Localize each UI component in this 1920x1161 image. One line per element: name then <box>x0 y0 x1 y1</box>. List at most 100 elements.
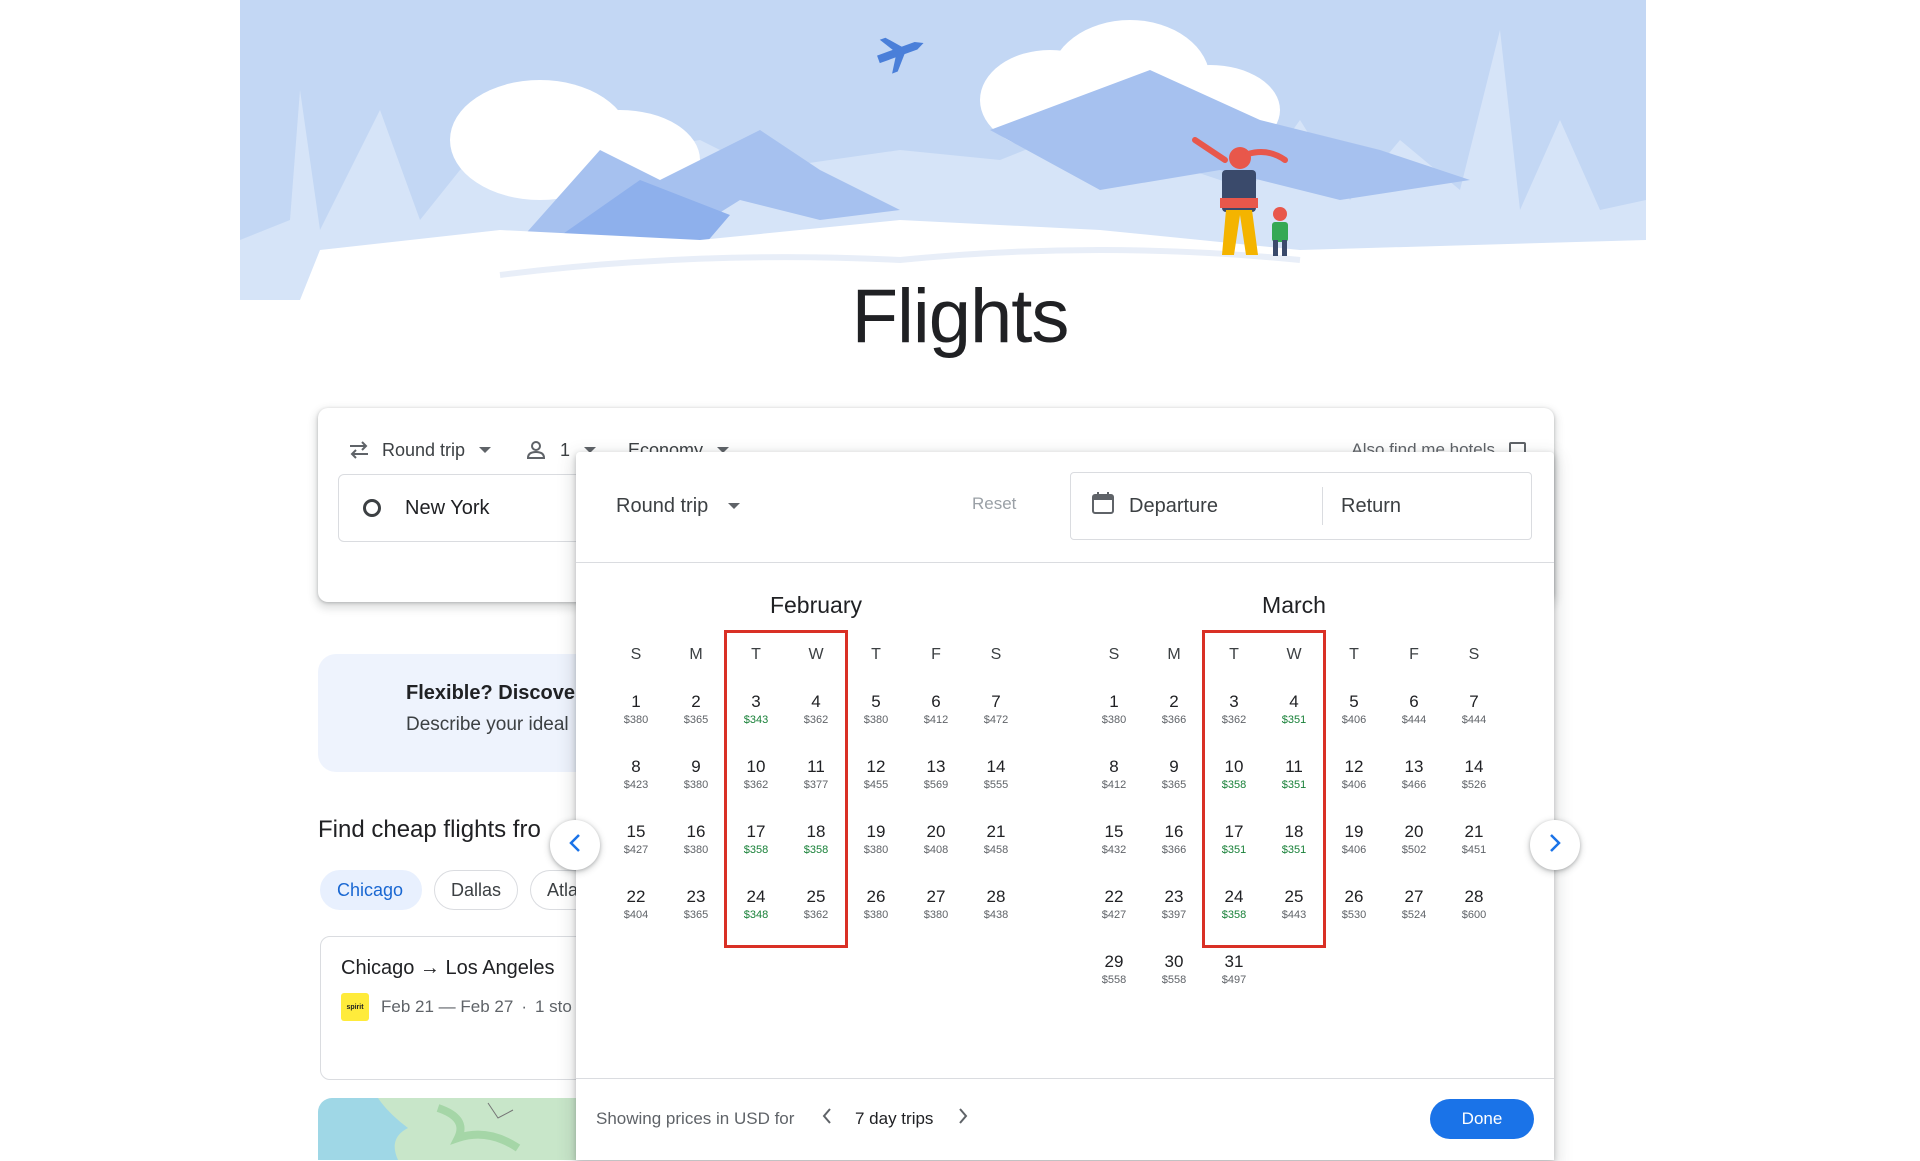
date-picker-dialog: Round trip Reset Departure Return Februa… <box>550 452 1580 1160</box>
chevron-right-icon <box>1548 833 1562 858</box>
chevron-down-icon <box>728 503 741 509</box>
calendar-day[interactable]: 2 $365 <box>666 692 726 728</box>
calendar-day[interactable]: 21 $458 <box>966 822 1026 858</box>
calendar-day[interactable]: 27 $524 <box>1384 887 1444 923</box>
calendar-day[interactable]: 13 $466 <box>1384 757 1444 793</box>
month-title: February <box>769 592 863 618</box>
route-dates: Feb 21 — Feb 27 <box>381 997 514 1016</box>
calendar-day[interactable]: 29 $558 <box>1084 952 1144 988</box>
prev-month-button[interactable] <box>550 820 600 870</box>
calendar-day[interactable]: 22 $404 <box>606 887 666 923</box>
calendar-day[interactable]: 9 $380 <box>666 757 726 793</box>
calendar-day[interactable]: 27 $380 <box>906 887 966 923</box>
origin-value: New York <box>405 496 490 519</box>
day-price: $404 <box>623 909 649 921</box>
flexible-card[interactable]: Flexible? Discover Describe your ideal <box>318 654 576 772</box>
day-price: $600 <box>1461 909 1487 921</box>
calendar-day[interactable]: 16 $380 <box>666 822 726 858</box>
calendar-day[interactable]: 20 $502 <box>1384 822 1444 858</box>
day-number: 8 <box>1109 757 1119 776</box>
calendar-trip-type-select[interactable]: Round trip <box>616 482 741 530</box>
day-number: 6 <box>931 692 941 711</box>
day-number: 27 <box>1404 887 1424 906</box>
calendar-day[interactable]: 23 $397 <box>1144 887 1204 923</box>
calendar-day[interactable]: 21 $451 <box>1444 822 1504 858</box>
day-number: 31 <box>1224 952 1244 971</box>
calendar-day[interactable]: 5 $406 <box>1324 692 1384 728</box>
trip-type-label: Round trip <box>382 439 466 460</box>
return-field[interactable]: Return <box>1341 473 1401 539</box>
calendar-day[interactable]: 2 $366 <box>1144 692 1204 728</box>
weekday-label: M <box>1167 646 1181 663</box>
day-price: $432 <box>1101 844 1127 856</box>
trip-type-select[interactable]: Round trip <box>348 430 492 470</box>
calendar-day[interactable]: 12 $406 <box>1324 757 1384 793</box>
calendar-day[interactable]: 16 $366 <box>1144 822 1204 858</box>
calendar-day[interactable]: 19 $380 <box>846 822 906 858</box>
showing-prices-label: Showing prices in USD for <box>596 1109 795 1128</box>
calendar-day[interactable]: 7 $472 <box>966 692 1026 728</box>
day-number: 7 <box>1469 692 1479 711</box>
calendar-day[interactable]: 30 $558 <box>1144 952 1204 988</box>
calendar-day[interactable]: 15 $432 <box>1084 822 1144 858</box>
weekday-label: S <box>1468 646 1480 663</box>
calendar-day[interactable]: 15 $427 <box>606 822 666 858</box>
calendar-day[interactable]: 8 $412 <box>1084 757 1144 793</box>
map-thumbnail <box>318 1098 578 1160</box>
day-price: $380 <box>683 844 709 856</box>
calendar-day[interactable]: 14 $526 <box>1444 757 1504 793</box>
calendar-day[interactable]: 26 $530 <box>1324 887 1384 923</box>
calendar-day[interactable]: 23 $365 <box>666 887 726 923</box>
calendar-day[interactable]: 6 $444 <box>1384 692 1444 728</box>
calendar-day[interactable]: 7 $444 <box>1444 692 1504 728</box>
done-button[interactable]: Done <box>1430 1099 1534 1139</box>
calendar-day[interactable]: 1 $380 <box>1084 692 1144 728</box>
day-number: 23 <box>686 887 706 906</box>
calendar-day[interactable]: 1 $380 <box>606 692 666 728</box>
trip-length-decrease-button[interactable] <box>820 1105 834 1132</box>
day-price: $423 <box>623 779 649 791</box>
day-number: 20 <box>926 822 946 841</box>
next-month-button[interactable] <box>1530 820 1580 870</box>
person-icon <box>526 440 546 460</box>
day-number: 2 <box>691 692 701 711</box>
calendar-day[interactable]: 28 $438 <box>966 887 1026 923</box>
city-chip-dallas[interactable]: Dallas <box>434 870 518 910</box>
month-title: March <box>1262 592 1326 618</box>
day-price: $406 <box>1341 844 1367 856</box>
day-price: $380 <box>623 714 649 726</box>
calendar-day[interactable]: 22 $427 <box>1084 887 1144 923</box>
calendar-day[interactable]: 9 $365 <box>1144 757 1204 793</box>
calendar-day[interactable]: 6 $412 <box>906 692 966 728</box>
calendar-day[interactable]: 19 $406 <box>1324 822 1384 858</box>
calendar-day[interactable]: 5 $380 <box>846 692 906 728</box>
day-price: $502 <box>1401 844 1427 856</box>
day-number: 30 <box>1164 952 1184 971</box>
day-price: $569 <box>923 779 949 791</box>
calendar-day[interactable]: 13 $569 <box>906 757 966 793</box>
day-price: $365 <box>683 909 709 921</box>
day-price: $558 <box>1161 974 1187 986</box>
departure-field[interactable]: Departure <box>1091 473 1218 539</box>
calendar-day[interactable]: 28 $600 <box>1444 887 1504 923</box>
day-number: 27 <box>926 887 946 906</box>
calendar-day[interactable]: 31 $497 <box>1204 952 1264 988</box>
departure-label: Departure <box>1129 494 1218 517</box>
day-number: 15 <box>626 822 646 841</box>
trip-length-increase-button[interactable] <box>956 1105 970 1132</box>
day-price: $406 <box>1341 714 1367 726</box>
day-number: 21 <box>986 822 1006 841</box>
reset-button[interactable]: Reset <box>972 494 1016 514</box>
calendar-day[interactable]: 26 $380 <box>846 887 906 923</box>
calendar-day[interactable]: 12 $455 <box>846 757 906 793</box>
day-price: $524 <box>1401 909 1427 921</box>
highlight-box <box>724 630 848 948</box>
day-number: 28 <box>986 887 1006 906</box>
calendar-day[interactable]: 14 $555 <box>966 757 1026 793</box>
weekday-label: T <box>1349 646 1359 663</box>
day-number: 22 <box>1104 887 1124 906</box>
city-chip-chicago[interactable]: Chicago <box>320 870 422 910</box>
calendar-day[interactable]: 8 $423 <box>606 757 666 793</box>
day-price: $366 <box>1161 844 1187 856</box>
calendar-day[interactable]: 20 $408 <box>906 822 966 858</box>
